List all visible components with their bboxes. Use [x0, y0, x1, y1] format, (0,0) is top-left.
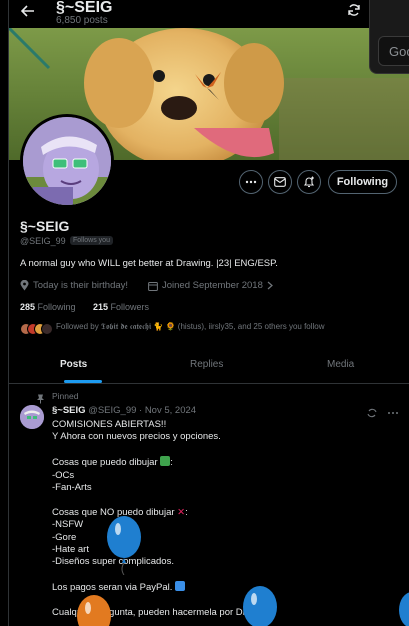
birthday-row: Today is their birthday!: [20, 280, 128, 291]
tweet-line-2: Y Ahora con nuevos precios y opciones.: [52, 431, 221, 443]
tab-replies[interactable]: Replies: [190, 359, 223, 370]
search-popover: Goo: [369, 0, 409, 74]
cannot-item: -Gore: [52, 531, 77, 543]
location-pin-icon: [20, 280, 29, 291]
joined-row: Joined September 2018: [148, 280, 273, 291]
can-item: -Fan-Arts: [52, 482, 92, 494]
profile-avatar[interactable]: [20, 114, 114, 208]
balloon-icon: [399, 592, 409, 626]
ellipsis-icon: [245, 180, 257, 184]
tab-posts[interactable]: Posts: [60, 359, 87, 370]
tweet-handle-date[interactable]: @SEIG_99 · Nov 5, 2024: [88, 405, 196, 416]
following-stat[interactable]: 285 Following: [20, 302, 76, 312]
profile-name: §~SEIG: [20, 218, 70, 234]
followers-stat[interactable]: 215 Followers: [93, 302, 149, 312]
envelope-icon: [274, 177, 286, 187]
following-button[interactable]: Following: [328, 170, 397, 194]
balloon-icon: [107, 516, 141, 575]
header-post-count: 6,850 posts: [56, 15, 108, 26]
birthday-text: Today is their birthday!: [33, 280, 129, 291]
joined-text: Joined September 2018: [162, 280, 263, 291]
tweet-header: §~SEIG @SEIG_99 · Nov 5, 2024: [52, 405, 196, 416]
can-draw-header: Cosas que puedo dibujar: [52, 457, 158, 469]
cannot-item: -NSFW: [52, 519, 84, 531]
profile-handle: @SEIG_99: [20, 236, 66, 246]
follower-avatar[interactable]: [41, 323, 53, 335]
tweet-action-icons: [367, 405, 401, 423]
followers-count: 215: [93, 302, 109, 312]
refresh-icon[interactable]: [347, 3, 365, 21]
followers-label: Followers: [110, 302, 150, 312]
profile-tabs: Posts Replies Media: [9, 348, 409, 384]
balloon-icon: [77, 595, 111, 626]
cross-mark-icon: ✕: [177, 506, 186, 518]
calendar-icon: [148, 281, 158, 291]
follows-you-badge: Follows you: [70, 236, 113, 245]
chevron-right-icon[interactable]: [267, 281, 273, 290]
profile-page: §~SEIG 6,850 posts Goo Following §~SEIG: [0, 0, 409, 626]
active-tab-indicator: [64, 380, 102, 383]
cannot-item: -Hate art: [52, 544, 89, 556]
more-options-button[interactable]: [239, 170, 263, 194]
bell-plus-icon: [303, 176, 315, 188]
tweet-author-name[interactable]: §~SEIG: [52, 405, 86, 416]
blue-square-icon: [175, 581, 186, 592]
message-button[interactable]: [268, 170, 292, 194]
following-count: 285: [20, 302, 36, 312]
profile-header-bar: §~SEIG 6,850 posts: [9, 0, 409, 28]
tweet-author-avatar[interactable]: [20, 405, 44, 429]
tweet-line-1: COMISIONES ABIERTAS!!: [52, 419, 167, 430]
payment-text: Los pagos seran via PayPal.: [52, 582, 173, 594]
following-label: Following: [37, 302, 76, 312]
notifications-button[interactable]: [297, 170, 321, 194]
can-item: -OCs: [52, 469, 75, 481]
pinned-label: Pinned: [52, 391, 79, 401]
profile-bio: A normal guy who WILL get better at Draw…: [20, 258, 278, 269]
balloon-icon: [243, 586, 277, 626]
check-mark-icon: [160, 456, 171, 467]
followed-by-text[interactable]: Followed by 𝕿𝖔𝖇𝖎𝖙 𝖉𝖊 𝖈𝖆𝖙𝖊𝖈𝖍𝖎 🐈 🌻 (histus…: [56, 322, 386, 332]
tab-media[interactable]: Media: [327, 359, 354, 370]
refresh-icon[interactable]: [367, 408, 377, 418]
avatar-image: [23, 117, 111, 205]
search-input[interactable]: Goo: [378, 36, 409, 66]
arrow-left-icon[interactable]: [20, 4, 35, 23]
ellipsis-icon[interactable]: [388, 412, 398, 414]
tweet-text: COMISIONES ABIERTAS!! Y Ahora con nuevos…: [52, 419, 263, 619]
